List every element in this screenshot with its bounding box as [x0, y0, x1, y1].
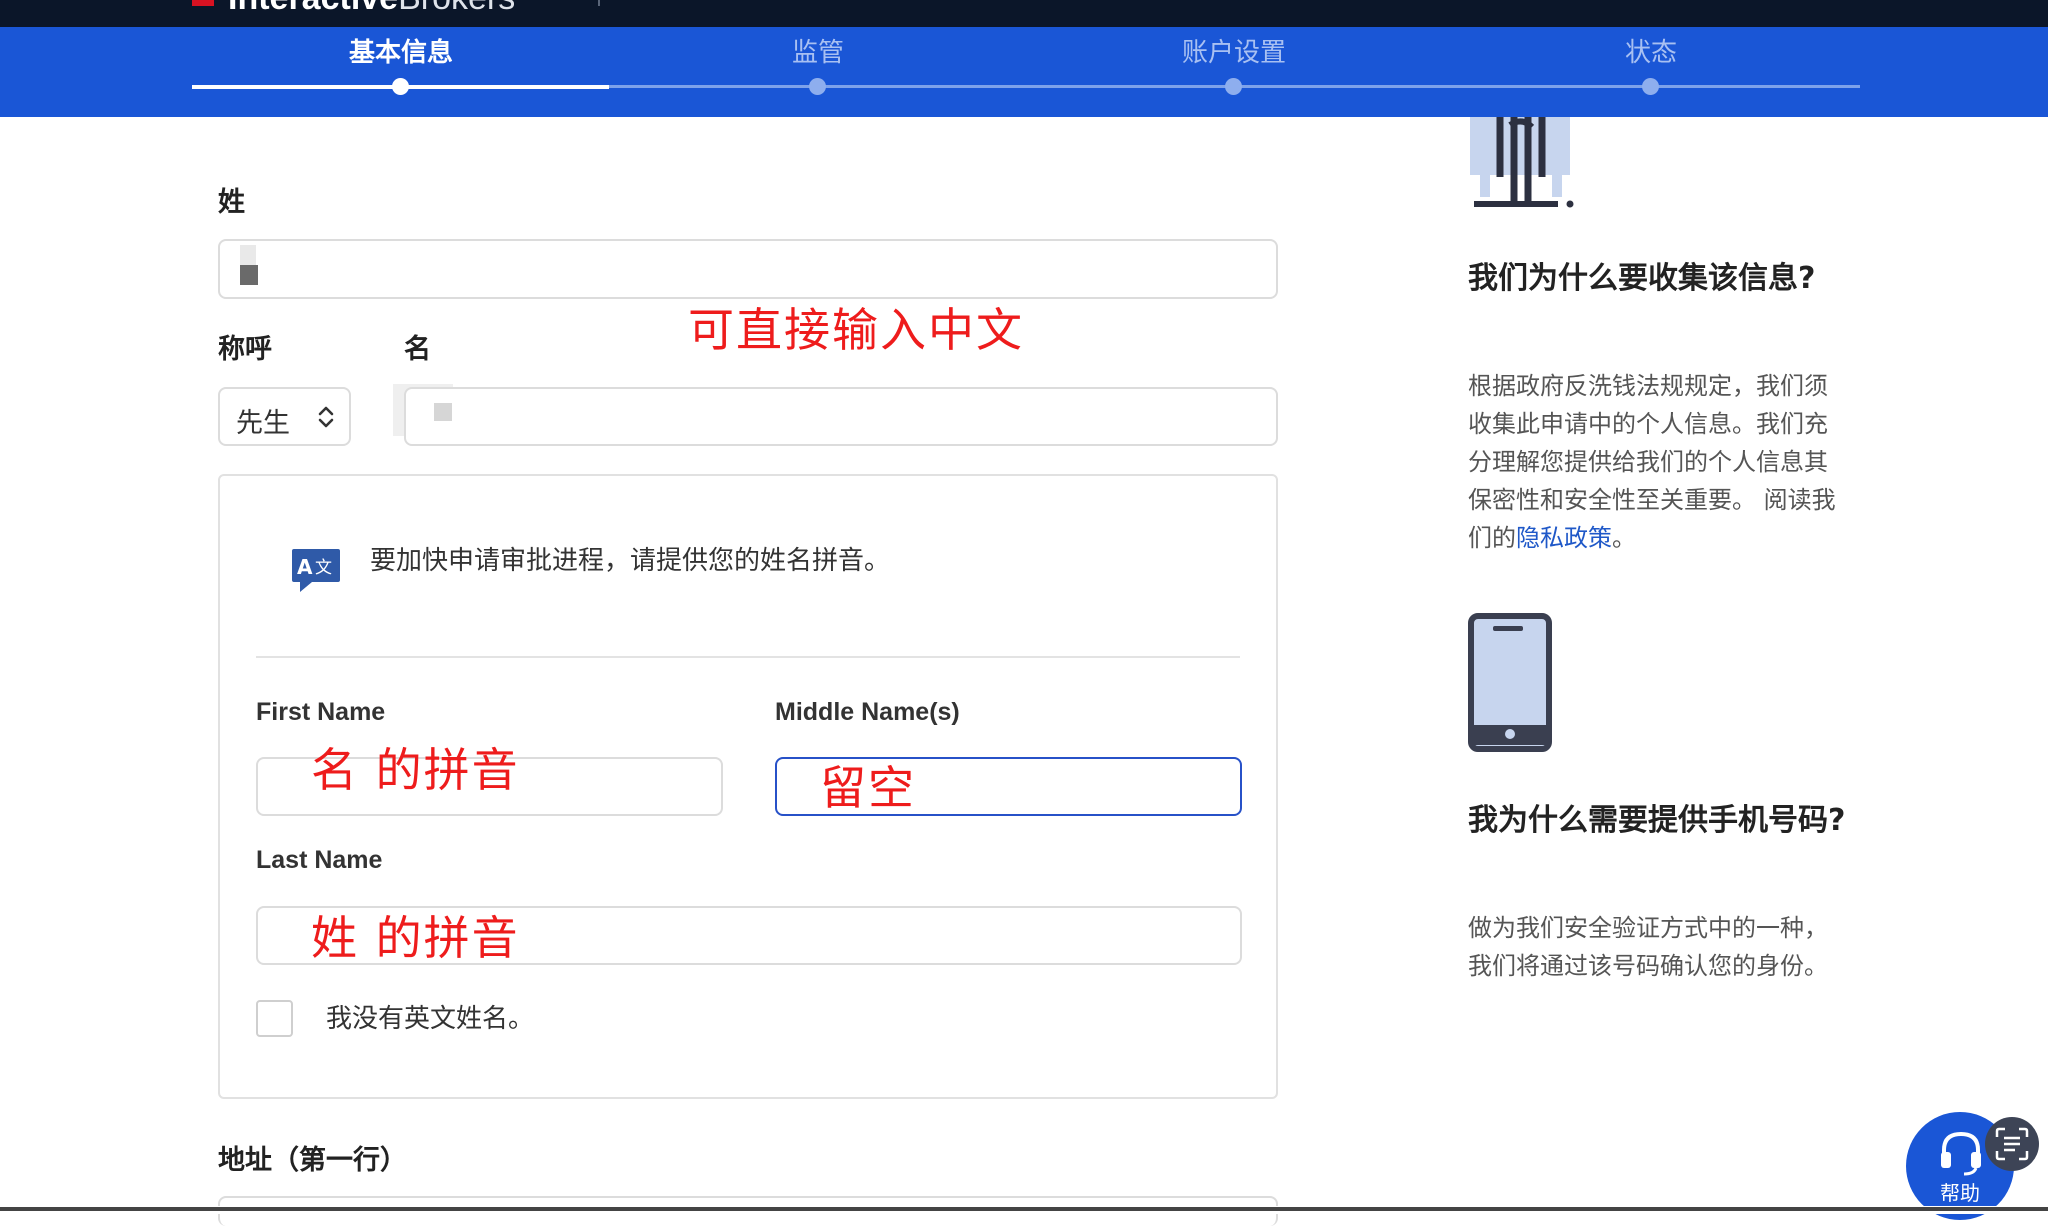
top-bar: InteractiveBrokers	[0, 0, 2048, 27]
why-phone-text: 做为我们安全验证方式中的一种，我们将通过该号码确认您的身份。	[1468, 914, 1828, 980]
step-dot-regulatory	[809, 78, 826, 95]
brand-name-light: Brokers	[398, 0, 515, 17]
logo-divider	[598, 0, 600, 6]
salutation-label: 称呼	[218, 334, 272, 365]
step-regulatory[interactable]: 监管	[688, 32, 948, 69]
why-phone-title: 我为什么需要提供手机号码?	[1468, 803, 1846, 838]
given-name-label: 名	[404, 334, 431, 365]
redacted-value	[240, 245, 256, 267]
surname-input[interactable]	[218, 239, 1278, 299]
step-basic-info[interactable]: 基本信息	[271, 32, 531, 69]
step-status[interactable]: 状态	[1521, 32, 1781, 69]
brand-logo-mark	[192, 0, 214, 6]
headset-icon	[1941, 1131, 1981, 1176]
brand-logo[interactable]: InteractiveBrokers	[228, 0, 515, 18]
annotation-chinese-input: 可直接输入中文	[688, 303, 1024, 357]
panel-divider	[256, 656, 1240, 658]
middle-name-label: Middle Name(s)	[775, 698, 960, 726]
person-shield-icon	[1470, 117, 1574, 208]
last-name-label: Last Name	[256, 846, 383, 874]
pinyin-notice: 要加快申请审批进程，请提供您的姓名拼音。	[370, 546, 891, 576]
scan-text-icon	[1995, 1127, 2029, 1161]
mobile-phone-icon	[1468, 613, 1552, 752]
salutation-value: 先生	[236, 408, 290, 439]
annotation-last-name: 姓 的拼音	[311, 911, 520, 965]
svg-text:A: A	[297, 555, 313, 579]
first-name-label: First Name	[256, 698, 386, 726]
why-collect-tail: 。	[1612, 524, 1636, 552]
annotation-middle-name: 留空	[820, 761, 916, 815]
redacted-value	[434, 403, 452, 421]
step-dot-account-settings	[1225, 78, 1242, 95]
privacy-policy-link[interactable]: 隐私政策	[1516, 524, 1612, 552]
progress-stepper: 基本信息 监管 账户设置 状态	[0, 27, 2048, 117]
why-collect-title: 我们为什么要收集该信息?	[1468, 261, 1816, 296]
svg-text:文: 文	[315, 558, 332, 578]
screen-capture-button[interactable]	[1985, 1117, 2039, 1171]
no-english-name-checkbox[interactable]	[256, 1000, 293, 1037]
translate-icon: A 文	[292, 549, 340, 592]
help-label: 帮助	[1940, 1181, 1980, 1205]
address-line1-label: 地址（第一行）	[218, 1145, 407, 1176]
redacted-value	[240, 265, 258, 285]
annotation-first-name: 名 的拼音	[311, 743, 520, 797]
step-dot-status	[1642, 78, 1659, 95]
up-down-chevron-icon	[318, 406, 334, 428]
no-english-name-label: 我没有英文姓名。	[326, 1004, 535, 1034]
given-name-input[interactable]	[404, 387, 1278, 446]
why-collect-text: 根据政府反洗钱法规规定，我们须收集此申请中的个人信息。我们充分理解您提供给我们的…	[1468, 367, 1848, 557]
step-dot-basic-info	[392, 78, 409, 95]
bottom-edge-line	[0, 1207, 2048, 1211]
salutation-select[interactable]: 先生	[218, 387, 351, 446]
surname-label: 姓	[218, 187, 245, 218]
brand-name-bold: Interactive	[228, 0, 398, 17]
step-account-settings[interactable]: 账户设置	[1104, 32, 1364, 69]
